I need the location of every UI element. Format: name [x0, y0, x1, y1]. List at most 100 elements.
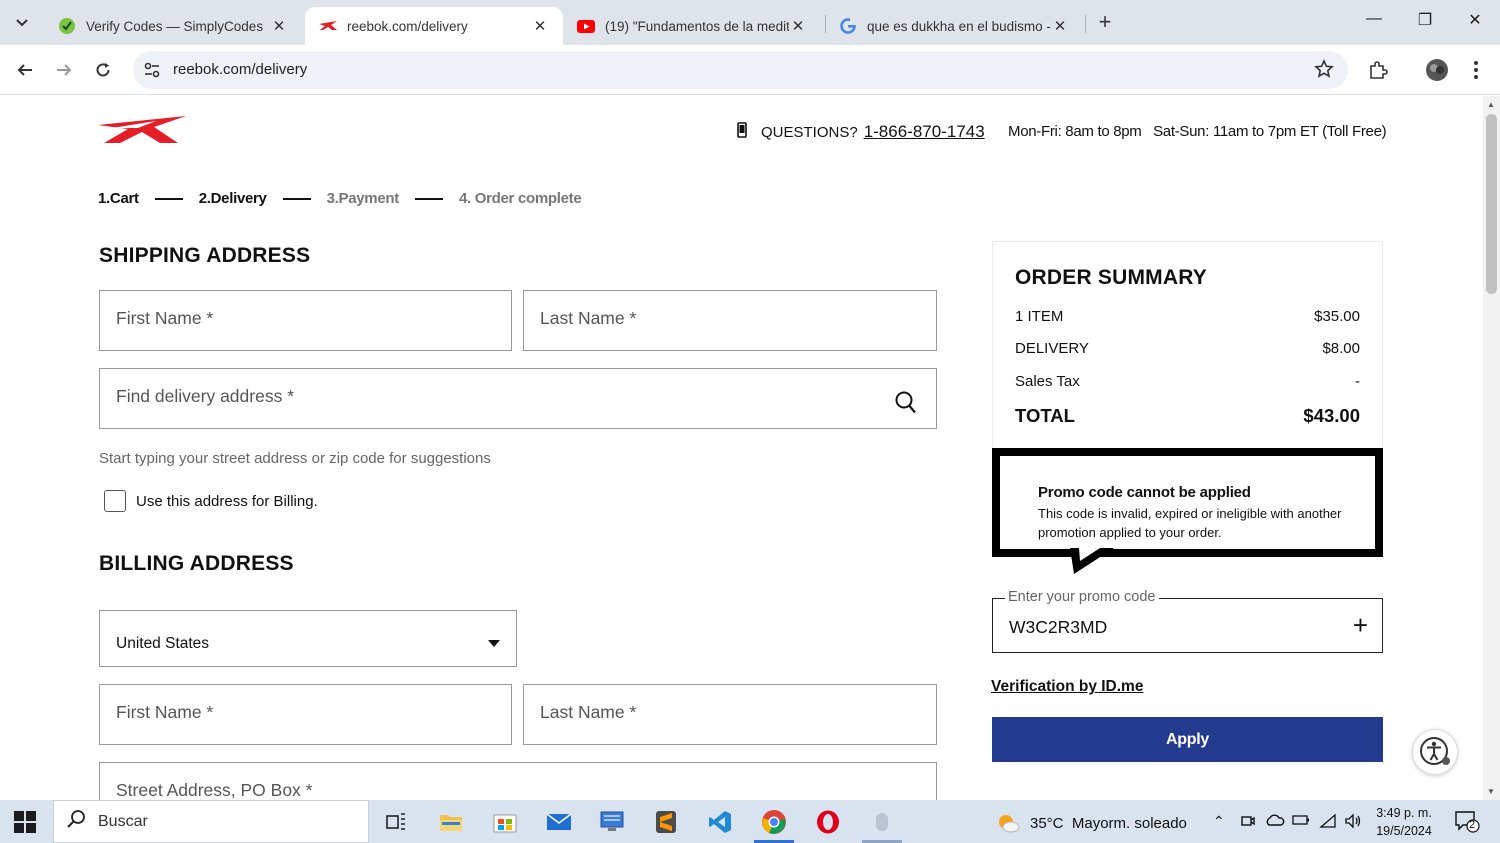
- summary-value: -: [1355, 373, 1360, 390]
- minimize-button[interactable]: —: [1359, 10, 1389, 28]
- task-view-button[interactable]: [381, 807, 411, 837]
- scroll-down-icon[interactable]: ▼: [1487, 787, 1495, 796]
- system-clock[interactable]: 3:49 p. m. 19/5/2024: [1372, 804, 1436, 840]
- onedrive-icon[interactable]: [1265, 813, 1285, 832]
- puzzle-icon: [1370, 61, 1388, 79]
- restore-button[interactable]: ❐: [1410, 10, 1440, 30]
- sublime-text-app[interactable]: [651, 807, 681, 837]
- weather-widget[interactable]: 35°C Mayorm. soleado: [996, 811, 1187, 835]
- chevron-up-icon[interactable]: ⌃: [1213, 813, 1225, 830]
- forward-button[interactable]: [50, 56, 78, 84]
- arrow-left-icon: [17, 64, 32, 76]
- shipping-last-name-field[interactable]: Last Name *: [523, 290, 937, 351]
- close-window-button[interactable]: ✕: [1460, 10, 1490, 30]
- profile-avatar-button[interactable]: [1424, 57, 1450, 83]
- notification-count: 2: [1469, 819, 1476, 831]
- new-tab-button[interactable]: +: [1094, 9, 1116, 34]
- plus-icon[interactable]: +: [1353, 612, 1368, 638]
- clock-time: 3:49 p. m.: [1376, 806, 1432, 820]
- tab-reebok[interactable]: reebok.com/delivery ✕: [305, 7, 563, 45]
- promo-error-message: This code is invalid, expired or ineligi…: [1038, 506, 1342, 540]
- meet-now-icon[interactable]: [1240, 813, 1256, 832]
- volume-icon[interactable]: [1344, 813, 1362, 832]
- file-explorer-app[interactable]: [436, 807, 466, 837]
- tab-separator: [1085, 15, 1086, 33]
- browser-menu-button[interactable]: [1463, 57, 1489, 83]
- billing-first-name-field[interactable]: First Name *: [99, 684, 512, 745]
- address-bar[interactable]: reebok.com/delivery: [133, 51, 1348, 89]
- google-icon: [839, 17, 857, 35]
- mobile-phone-icon: [737, 122, 747, 142]
- tab-youtube[interactable]: (19) "Fundamentos de la medit ✕: [563, 7, 821, 45]
- opera-app[interactable]: [813, 807, 843, 837]
- billing-address-heading: BILLING ADDRESS: [99, 552, 294, 575]
- close-tab-icon[interactable]: ✕: [789, 17, 807, 35]
- billing-last-name-field[interactable]: Last Name *: [523, 684, 937, 745]
- promo-error-callout: Promo code cannot be applied This code i…: [992, 448, 1383, 557]
- use-for-billing-checkbox[interactable]: [104, 490, 126, 512]
- reebok-logo[interactable]: [98, 116, 186, 149]
- mail-app[interactable]: [544, 807, 574, 837]
- close-tab-icon[interactable]: ✕: [531, 17, 549, 35]
- chevron-down-icon: [16, 19, 28, 27]
- remote-desktop-app[interactable]: [597, 807, 627, 837]
- phone-number-link[interactable]: 1-866-870-1743: [864, 122, 985, 142]
- vscode-app[interactable]: [705, 807, 735, 837]
- tab-search-button[interactable]: [8, 9, 36, 37]
- reload-button[interactable]: [89, 56, 117, 84]
- scroll-up-icon[interactable]: ▲: [1487, 100, 1495, 109]
- close-tab-icon[interactable]: ✕: [1051, 17, 1069, 35]
- shipping-address-heading: SHIPPING ADDRESS: [99, 244, 311, 267]
- field-placeholder: Last Name *: [540, 702, 637, 722]
- field-placeholder: Street Address, PO Box *: [116, 780, 313, 800]
- chrome-app[interactable]: [759, 807, 789, 837]
- step-cart[interactable]: 1.Cart: [98, 190, 139, 207]
- computer-icon: [600, 811, 624, 831]
- tab-title: reebok.com/delivery: [347, 18, 468, 34]
- field-placeholder: Last Name *: [540, 308, 637, 328]
- scroll-thumb[interactable]: [1486, 114, 1497, 294]
- back-button[interactable]: [11, 56, 39, 84]
- youtube-icon: [577, 17, 595, 35]
- idme-verification-link[interactable]: Verification by ID.me: [991, 678, 1143, 696]
- billing-street-address-field[interactable]: Street Address, PO Box *: [99, 762, 937, 800]
- battery-icon[interactable]: [1292, 813, 1310, 830]
- reload-icon: [96, 63, 110, 77]
- field-placeholder: Find delivery address *: [116, 386, 294, 406]
- microsoft-store-app[interactable]: [490, 807, 520, 837]
- extensions-button[interactable]: [1365, 57, 1391, 83]
- page-scrollbar[interactable]: ▲ ▼: [1483, 96, 1500, 800]
- use-for-billing-option[interactable]: Use this address for Billing.: [104, 490, 318, 512]
- accessibility-button[interactable]: [1412, 729, 1458, 775]
- tab-title: (19) "Fundamentos de la medit: [605, 18, 789, 34]
- bookmark-star-icon[interactable]: [1314, 59, 1334, 84]
- country-value: United States: [116, 635, 210, 652]
- taskbar-search-box[interactable]: Buscar: [53, 800, 369, 843]
- folder-icon: [440, 815, 462, 831]
- wifi-icon[interactable]: [1319, 813, 1337, 832]
- site-settings-icon[interactable]: [143, 61, 161, 84]
- arrow-right-icon: [57, 64, 72, 76]
- search-icon[interactable]: [895, 391, 917, 420]
- delivery-address-search-field[interactable]: Find delivery address *: [99, 368, 937, 429]
- apply-promo-button[interactable]: Apply: [992, 717, 1383, 762]
- browser-tab-bar: Verify Codes — SimplyCodes ✕ reebok.com/…: [0, 0, 1500, 45]
- reebok-icon: [319, 17, 337, 35]
- total-label: TOTAL: [1015, 405, 1075, 426]
- mail-icon: [546, 813, 572, 830]
- close-tab-icon[interactable]: ✕: [270, 17, 288, 35]
- step-payment: 3.Payment: [326, 190, 400, 207]
- country-select[interactable]: United States: [99, 610, 517, 667]
- summary-value: $8.00: [1322, 340, 1360, 357]
- tab-google[interactable]: que es dukkha en el budismo - ✕: [825, 7, 1083, 45]
- callout-tail: [1070, 548, 1114, 574]
- support-hours: Mon-Fri: 8am to 8pm Sat-Sun: 11am to 7pm…: [1008, 123, 1387, 140]
- notification-center-button[interactable]: 2: [1455, 811, 1481, 838]
- summary-row-total: TOTAL $43.00: [1015, 405, 1360, 427]
- shipping-first-name-field[interactable]: First Name *: [99, 290, 512, 351]
- partly-sunny-icon: [999, 815, 1020, 833]
- promo-code-input[interactable]: Enter your promo code W3C2R3MD +: [992, 589, 1383, 653]
- windows-start-button[interactable]: [14, 811, 36, 838]
- mouse-app[interactable]: [867, 807, 897, 837]
- tab-simplycodes[interactable]: Verify Codes — SimplyCodes ✕: [44, 7, 302, 45]
